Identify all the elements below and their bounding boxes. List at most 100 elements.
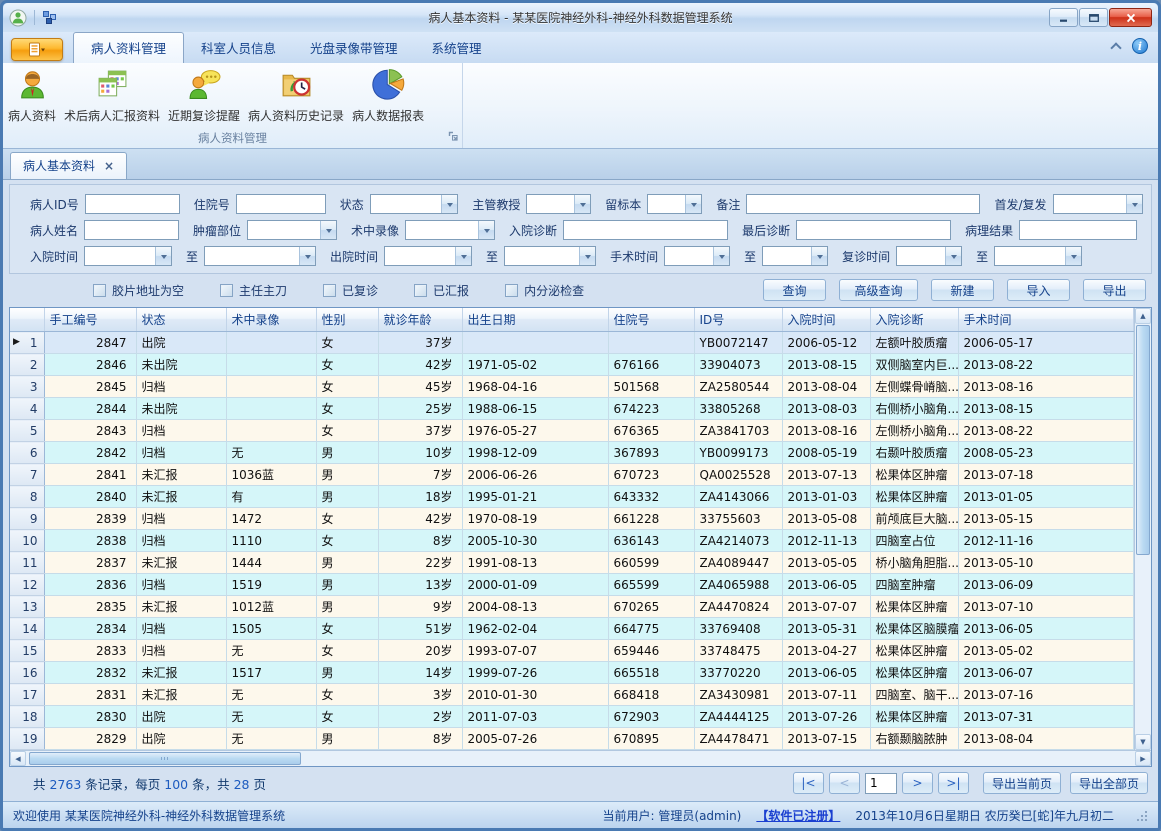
- scroll-down-icon[interactable]: ▼: [1135, 734, 1151, 750]
- close-tab-icon[interactable]: ×: [104, 161, 114, 171]
- status-combo[interactable]: [370, 194, 459, 214]
- col-row-header[interactable]: [10, 308, 44, 332]
- admit-date-from-combo[interactable]: [84, 246, 172, 266]
- table-row-5[interactable]: 52843归档女37岁1976-05-27676365ZA38417032013…: [10, 420, 1134, 442]
- status-combo-arrow[interactable]: [441, 195, 457, 213]
- table-row-12[interactable]: 122836归档1519男13岁2000-01-09665599ZA406598…: [10, 574, 1134, 596]
- table-row-6[interactable]: 62842归档无男10岁1998-12-09367893YB0099173200…: [10, 442, 1134, 464]
- col-status[interactable]: 状态: [136, 308, 226, 332]
- admit-date-to-combo[interactable]: [204, 246, 316, 266]
- table-row-8[interactable]: 82840未汇报有男18岁1995-01-21643332ZA414306620…: [10, 486, 1134, 508]
- revisit-reminder-button[interactable]: 近期复诊提醒: [165, 66, 243, 126]
- horizontal-scroll-track[interactable]: [26, 751, 1135, 766]
- ribbon-tab-patient-management[interactable]: 病人资料管理: [73, 32, 184, 63]
- quick-access-icon[interactable]: [42, 10, 57, 25]
- revisit-date-to-combo[interactable]: [994, 246, 1082, 266]
- admit-diagnosis-field[interactable]: [563, 220, 728, 240]
- vertical-scroll-thumb[interactable]: [1136, 325, 1150, 555]
- row-header-7[interactable]: 7: [10, 464, 44, 486]
- row-header-19[interactable]: 19: [10, 728, 44, 750]
- discharge-date-to-combo-arrow[interactable]: [579, 247, 595, 265]
- intraop-video-combo[interactable]: [405, 220, 495, 240]
- surgery-date-from-combo[interactable]: [664, 246, 730, 266]
- postop-report-button[interactable]: 术后病人汇报资料: [61, 66, 163, 126]
- row-header-3[interactable]: 3: [10, 376, 44, 398]
- vertical-scrollbar[interactable]: ▲ ▼: [1134, 308, 1151, 750]
- resize-grip[interactable]: [1135, 809, 1148, 822]
- query-button[interactable]: 查询: [763, 279, 826, 301]
- collapse-ribbon-icon[interactable]: [1110, 42, 1121, 53]
- col-admission-no[interactable]: 住院号: [608, 308, 694, 332]
- endocrine-exam-checkbox[interactable]: [505, 284, 518, 297]
- table-row-10[interactable]: 102838归档1110女8岁2005-10-30636143ZA4214073…: [10, 530, 1134, 552]
- final-diagnosis-field[interactable]: [796, 220, 951, 240]
- row-header-5[interactable]: 5: [10, 420, 44, 442]
- chief-surgeon-checkbox[interactable]: [220, 284, 233, 297]
- discharge-date-to-combo[interactable]: [504, 246, 596, 266]
- table-row-13[interactable]: 132835未汇报1012蓝男9岁2004-08-13670265ZA44708…: [10, 596, 1134, 618]
- vertical-scroll-track[interactable]: [1135, 324, 1151, 734]
- col-intraop-video[interactable]: 术中录像: [226, 308, 316, 332]
- remark-field[interactable]: [746, 194, 980, 214]
- first-page-button[interactable]: |<: [793, 772, 824, 794]
- first-recurrence-combo-arrow[interactable]: [1126, 195, 1142, 213]
- ribbon-tab-system-management[interactable]: 系统管理: [415, 33, 499, 63]
- table-row-14[interactable]: 142834归档1505女51岁1962-02-0466477533769408…: [10, 618, 1134, 640]
- row-header-17[interactable]: 17: [10, 684, 44, 706]
- prev-page-button[interactable]: <: [829, 772, 860, 794]
- page-number-input[interactable]: [865, 773, 897, 794]
- horizontal-scrollbar[interactable]: ◀ ▶: [10, 750, 1151, 766]
- col-birth-date[interactable]: 出生日期: [462, 308, 608, 332]
- row-header-8[interactable]: 8: [10, 486, 44, 508]
- table-row-19[interactable]: 192829出院无男8岁2005-07-26670895ZA4478471201…: [10, 728, 1134, 750]
- tumor-site-combo-arrow[interactable]: [320, 221, 336, 239]
- discharge-date-from-combo-arrow[interactable]: [455, 247, 471, 265]
- row-header-11[interactable]: 11: [10, 552, 44, 574]
- last-page-button[interactable]: >|: [938, 772, 969, 794]
- table-row-7[interactable]: 72841未汇报1036蓝男7岁2006-06-26670723QA002552…: [10, 464, 1134, 486]
- table-row-17[interactable]: 172831未汇报无女3岁2010-01-30668418ZA343098120…: [10, 684, 1134, 706]
- table-row-16[interactable]: 162832未汇报1517男14岁1999-07-266655183377022…: [10, 662, 1134, 684]
- col-id-no[interactable]: ID号: [694, 308, 782, 332]
- export-current-page-button[interactable]: 导出当前页: [983, 772, 1061, 794]
- table-row-2[interactable]: 22846未出院女42岁1971-05-02676166339040732013…: [10, 354, 1134, 376]
- row-header-18[interactable]: 18: [10, 706, 44, 728]
- tumor-site-combo[interactable]: [247, 220, 337, 240]
- table-row-9[interactable]: 92839归档1472女42岁1970-08-19661228337556032…: [10, 508, 1134, 530]
- patient-info-button[interactable]: 病人资料: [5, 66, 59, 126]
- advanced-query-button[interactable]: 高级查询: [839, 279, 918, 301]
- table-row-18[interactable]: 182830出院无女2岁2011-07-03672903ZA4444125201…: [10, 706, 1134, 728]
- surgery-date-to-combo-arrow[interactable]: [811, 247, 827, 265]
- professor-combo-arrow[interactable]: [574, 195, 590, 213]
- admit-date-to-combo-arrow[interactable]: [299, 247, 315, 265]
- close-button[interactable]: [1109, 8, 1152, 27]
- history-record-button[interactable]: 病人资料历史记录: [245, 66, 347, 126]
- patient-name-field[interactable]: [84, 220, 179, 240]
- next-page-button[interactable]: >: [902, 772, 933, 794]
- surgery-date-from-combo-arrow[interactable]: [713, 247, 729, 265]
- table-row-11[interactable]: 112837未汇报1444男22岁1991-08-13660599ZA40894…: [10, 552, 1134, 574]
- professor-combo[interactable]: [526, 194, 591, 214]
- scroll-left-icon[interactable]: ◀: [10, 751, 26, 766]
- import-button[interactable]: 导入: [1007, 279, 1070, 301]
- license-link[interactable]: 【软件已注册】: [756, 807, 840, 824]
- row-header-4[interactable]: 4: [10, 398, 44, 420]
- revisit-date-to-combo-arrow[interactable]: [1065, 247, 1081, 265]
- revisit-date-from-combo-arrow[interactable]: [945, 247, 961, 265]
- horizontal-scroll-thumb[interactable]: [29, 752, 301, 765]
- row-header-12[interactable]: 12: [10, 574, 44, 596]
- film-address-empty-checkbox[interactable]: [93, 284, 106, 297]
- col-admit-diagnosis[interactable]: 入院诊断: [870, 308, 958, 332]
- row-header-14[interactable]: 14: [10, 618, 44, 640]
- export-button[interactable]: 导出: [1083, 279, 1146, 301]
- col-age[interactable]: 就诊年龄: [378, 308, 462, 332]
- reported-checkbox[interactable]: [414, 284, 427, 297]
- dialog-launcher-icon[interactable]: [448, 127, 459, 146]
- col-admit-date[interactable]: 入院时间: [782, 308, 870, 332]
- patient-id-field[interactable]: [85, 194, 180, 214]
- minimize-button[interactable]: [1049, 8, 1078, 27]
- row-header-2[interactable]: 2: [10, 354, 44, 376]
- table-row-3[interactable]: 32845归档女45岁1968-04-16501568ZA25805442013…: [10, 376, 1134, 398]
- first-recurrence-combo[interactable]: [1053, 194, 1143, 214]
- scroll-up-icon[interactable]: ▲: [1135, 308, 1151, 324]
